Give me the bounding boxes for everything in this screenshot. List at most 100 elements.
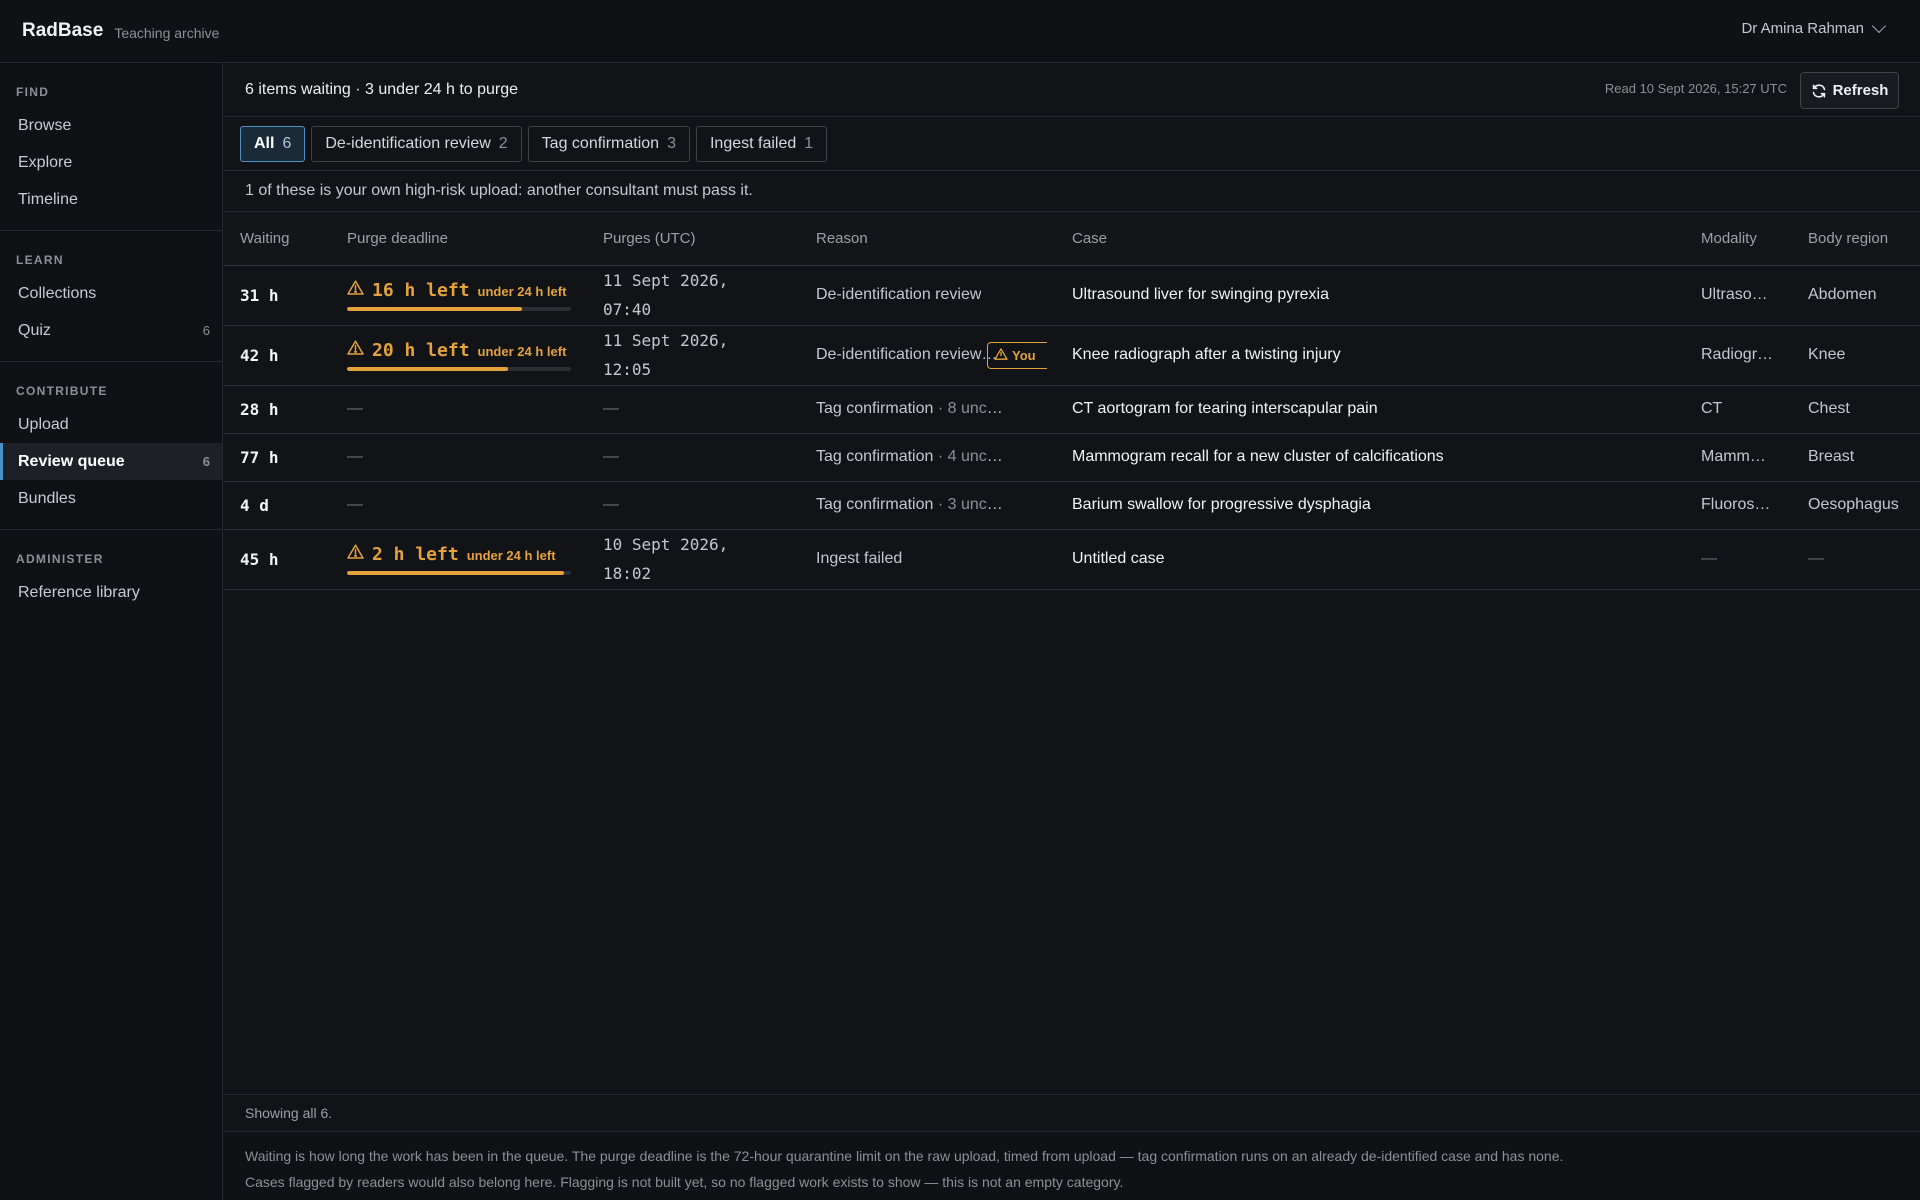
deadline-urgency: under 24 h left — [466, 547, 556, 563]
body-region-cell: Abdomen — [1792, 265, 1920, 326]
sidebar-item-browse[interactable]: Browse — [0, 107, 222, 144]
table-row[interactable]: 77 h——Tag confirmation · 4 unconfir…Mamm… — [224, 433, 1920, 482]
app-subtitle: Teaching archive — [114, 24, 220, 41]
sidebar-item-label: Collections — [18, 284, 97, 302]
column-header-purge-deadline[interactable]: Purge deadline — [331, 212, 587, 266]
deadline-progress-fill — [347, 366, 509, 371]
tab-label: De-identification review — [325, 134, 491, 152]
column-header-body-region[interactable]: Body region — [1792, 212, 1920, 266]
sidebar-item-reference-library[interactable]: Reference library — [0, 574, 222, 611]
table-row[interactable]: 31 h 16 h left under 24 h left 11 Sept 2026… — [224, 265, 1920, 326]
sidebar-item-quiz[interactable]: Quiz 6 — [0, 312, 222, 349]
sidebar-item-label: Reference library — [18, 583, 140, 601]
sidebar-heading: ADMINISTER — [16, 552, 104, 566]
user-menu[interactable]: Dr Amina Rahman — [1741, 18, 1887, 37]
column-header-modality[interactable]: Modality — [1685, 212, 1792, 266]
user-name: Dr Amina Rahman — [1741, 20, 1864, 37]
tab-label: All — [254, 134, 275, 152]
deadline-progress-track — [347, 366, 571, 371]
sidebar-item-collections[interactable]: Collections — [0, 275, 222, 312]
sidebar-item-label: Upload — [18, 415, 69, 433]
case-title-cell[interactable]: Barium swallow for progressive dysphagia — [1056, 481, 1685, 530]
sidebar-heading: CONTRIBUTE — [16, 384, 108, 398]
app-name[interactable]: RadBase — [22, 20, 103, 42]
table-row[interactable]: 4 d——Tag confirmation · 3 unconfir…Bariu… — [224, 481, 1920, 530]
case-title-cell[interactable]: Knee radiograph after a twisting injury — [1056, 325, 1685, 386]
reason-cell: Ingest failed — [800, 529, 1056, 590]
tab-tag-confirmation[interactable]: Tag confirmation 3 — [527, 125, 690, 162]
sidebar-item-review-queue[interactable]: Review queue 6 — [0, 443, 222, 480]
deadline-urgency: under 24 h left — [477, 283, 567, 299]
purge-deadline-cell: — — [331, 385, 587, 434]
deadline-label: 2 h left under 24 h left — [347, 544, 571, 565]
body-region-cell: — — [1792, 529, 1920, 590]
waiting-cell: 42 h — [224, 325, 331, 386]
case-title-cell[interactable]: Mammogram recall for a new cluster of ca… — [1056, 433, 1685, 482]
sidebar-item-bundles[interactable]: Bundles — [0, 480, 222, 517]
deadline-progress-fill — [347, 306, 522, 311]
column-header-reason[interactable]: Reason — [800, 212, 1056, 266]
reason-main: Tag confirmation — [816, 495, 934, 513]
reason-cell: De-identification review — [800, 265, 1056, 326]
tab-de-identification-review[interactable]: De-identification review 2 — [311, 125, 522, 162]
deadline-remaining: 16 h left — [372, 279, 470, 301]
own-upload-notice: 1 of these is your own high-risk upload:… — [224, 171, 1920, 212]
purge-datetime: 10 Sept 2026, 18:02 — [603, 530, 800, 588]
top-bar: RadBase Teaching archive Dr Amina Rahman — [0, 0, 1920, 63]
chevron-down-icon — [1871, 18, 1887, 34]
sidebar-group-administer: ADMINISTER Reference library — [0, 530, 222, 623]
deadline-remaining: 20 h left — [372, 339, 470, 361]
warning-icon — [347, 280, 364, 300]
deadline-indicator: 16 h left under 24 h left — [347, 280, 571, 311]
sidebar-item-explore[interactable]: Explore — [0, 144, 222, 181]
column-header-case[interactable]: Case — [1056, 212, 1685, 266]
sidebar-item-count: 6 — [202, 454, 210, 469]
modality-cell: Radiogr… — [1685, 325, 1792, 386]
reason-detail: · 4 unconfir… — [937, 447, 1004, 465]
waiting-cell: 28 h — [224, 385, 331, 434]
sidebar-heading: FIND — [16, 85, 50, 99]
refresh-button[interactable]: Refresh — [1800, 72, 1899, 109]
filter-tabs: All 6 De-identification review 2 Tag confirm… — [224, 117, 1920, 171]
deadline-progress-fill — [347, 570, 565, 575]
modality-cell: CT — [1685, 385, 1792, 434]
waiting-cell: 77 h — [224, 433, 331, 482]
column-header-waiting[interactable]: Waiting — [224, 212, 331, 266]
reason-main: De-identification review — [816, 285, 982, 303]
deadline-label: 16 h left under 24 h left — [347, 280, 571, 301]
sidebar-group-contribute: CONTRIBUTE Upload Review queue 6 Bundles — [0, 362, 222, 530]
purges-cell: 10 Sept 2026, 18:02 — [587, 529, 800, 590]
footnote-line-1: Waiting is how long the work has been in… — [245, 1148, 1564, 1164]
badge-label: You — [1012, 347, 1036, 363]
tab-label: Ingest failed — [709, 134, 797, 152]
purge-deadline-cell: — — [331, 481, 587, 530]
table-row[interactable]: 42 h 20 h left under 24 h left 11 Sept 2026… — [224, 325, 1920, 386]
warning-icon — [347, 340, 364, 360]
sidebar-item-label: Timeline — [18, 190, 78, 208]
sidebar-item-label: Quiz — [18, 321, 51, 339]
reason-text: Tag confirmation · 8 unconfir… — [816, 400, 1004, 418]
purges-cell: 11 Sept 2026, 07:40 — [587, 265, 800, 326]
column-header-purges-utc[interactable]: Purges (UTC) — [587, 212, 800, 266]
reason-cell: Tag confirmation · 4 unconfir… — [800, 433, 1056, 482]
tab-ingest-failed[interactable]: Ingest failed 1 — [695, 125, 828, 162]
case-title-cell[interactable]: Ultrasound liver for swinging pyrexia — [1056, 265, 1685, 326]
reason-cell: Tag confirmation · 8 unconfir… — [800, 385, 1056, 434]
waiting-cell: 4 d — [224, 481, 331, 530]
sidebar: FIND Browse Explore Timeline LEARN Collection… — [0, 63, 223, 1200]
footnote: Waiting is how long the work has been in… — [224, 1132, 1920, 1200]
purge-deadline-cell: — — [331, 433, 587, 482]
case-title-cell[interactable]: Untitled case — [1056, 529, 1685, 590]
tab-all[interactable]: All 6 — [240, 125, 306, 162]
purges-cell: — — [587, 481, 800, 530]
sidebar-group-learn: LEARN Collections Quiz 6 — [0, 231, 222, 362]
table-row[interactable]: 28 h——Tag confirmation · 8 unconfir…CT a… — [224, 385, 1920, 434]
sidebar-item-upload[interactable]: Upload — [0, 406, 222, 443]
sidebar-item-label: Explore — [18, 153, 73, 171]
tab-count: 6 — [282, 134, 292, 152]
reason-detail: · 8 unconfir… — [937, 399, 1004, 417]
sidebar-item-timeline[interactable]: Timeline — [0, 181, 222, 218]
table-row[interactable]: 45 h 2 h left under 24 h left 10 Sept 2026,… — [224, 529, 1920, 590]
purge-time: 12:05 — [603, 360, 652, 379]
case-title-cell[interactable]: CT aortogram for tearing interscapular p… — [1056, 385, 1685, 434]
